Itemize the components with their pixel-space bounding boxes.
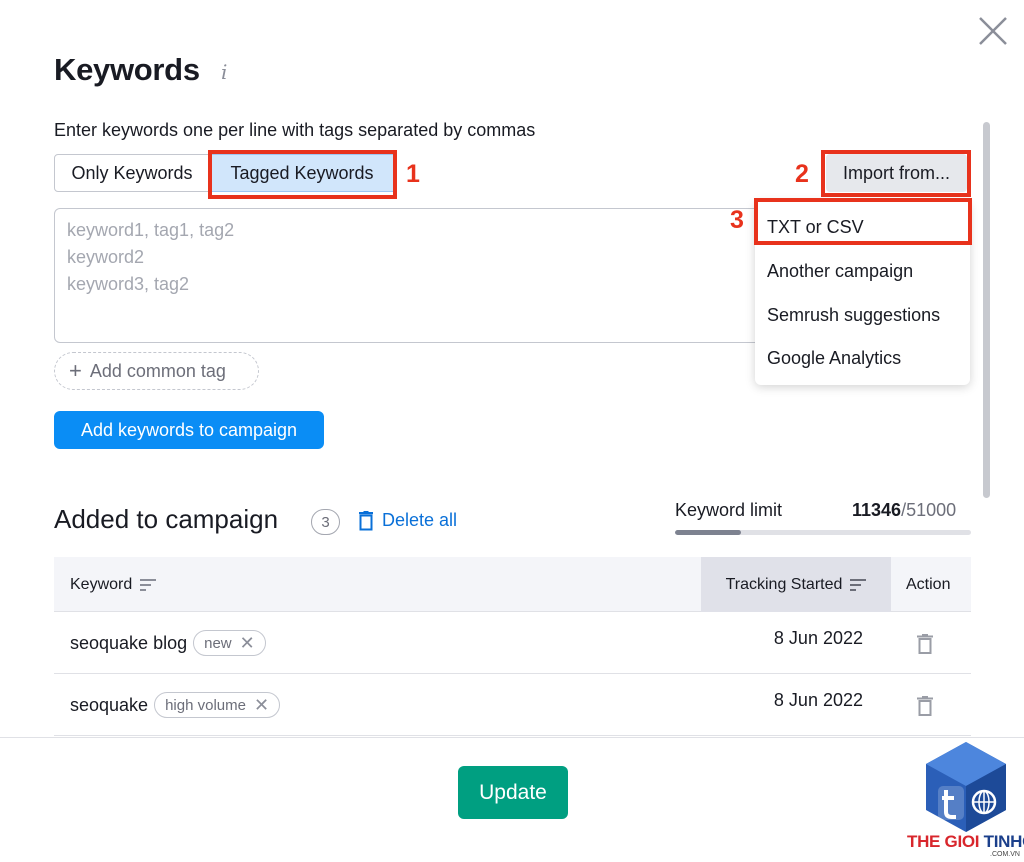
tracking-date: 8 Jun 2022	[773, 628, 863, 648]
keyword-text: seoquake	[70, 694, 149, 715]
trash-icon[interactable]	[916, 634, 934, 654]
plus-icon: +	[69, 358, 82, 383]
add-common-tag-label: Add common tag	[89, 360, 226, 381]
info-icon[interactable]: i	[221, 60, 227, 84]
added-section-title: Added to campaign	[54, 504, 279, 534]
remove-tag-icon[interactable]: ✕	[254, 695, 269, 716]
keywords-textarea[interactable]: keyword1, tag1, tag2 keyword2 keyword3, …	[54, 208, 814, 343]
column-tracking-started[interactable]: Tracking Started	[701, 557, 891, 612]
delete-all-label: Delete all	[382, 510, 458, 530]
keywords-modal: Keywords i Enter keywords one per line w…	[0, 0, 1024, 862]
annotation-box-1	[208, 150, 397, 199]
update-button[interactable]: Update	[458, 766, 568, 819]
keyword-limit-bar	[675, 530, 971, 535]
sort-icon	[850, 578, 867, 591]
menu-item-another-campaign[interactable]: Another campaign	[767, 261, 913, 282]
keyword-cell: seoquake high volume ✕	[70, 692, 281, 718]
keyword-count-badge: 3	[311, 509, 340, 535]
column-action: Action	[906, 575, 951, 593]
annotation-number-1: 1	[406, 160, 420, 188]
add-keywords-button[interactable]: Add keywords to campaign	[54, 411, 324, 449]
only-keywords-tab[interactable]: Only Keywords	[54, 154, 210, 192]
instructions-text: Enter keywords one per line with tags se…	[54, 120, 536, 140]
watermark-logo-text: THE GIOI TINHOC	[907, 832, 1024, 851]
watermark-logo-subtext: .COM.VN	[990, 851, 1020, 858]
annotation-number-2: 2	[795, 160, 809, 188]
sort-icon	[140, 578, 157, 591]
delete-all-button[interactable]: Delete all	[358, 510, 457, 531]
scrollbar[interactable]	[983, 122, 990, 498]
annotation-box-3	[754, 198, 972, 245]
menu-item-semrush-suggestions[interactable]: Semrush suggestions	[767, 305, 940, 326]
tag-chip: high volume ✕	[154, 692, 281, 718]
column-keyword[interactable]: Keyword	[70, 557, 157, 612]
table-row: seoquake high volume ✕ 8 Jun 2022	[54, 674, 971, 736]
add-common-tag-button[interactable]: + Add common tag	[54, 352, 259, 390]
tag-chip: new ✕	[193, 630, 266, 656]
annotation-box-2	[821, 150, 971, 197]
annotation-number-3: 3	[730, 206, 744, 234]
close-icon	[979, 17, 1007, 45]
modal-title: Keywords	[54, 52, 200, 87]
table-row: seoquake blog new ✕ 8 Jun 2022	[54, 612, 971, 674]
modal-footer: Update	[0, 737, 1024, 862]
table-header: Keyword Tracking Started Action	[54, 557, 971, 612]
keyword-limit-label: Keyword limit	[675, 500, 783, 520]
keyword-text: seoquake blog	[70, 632, 188, 653]
menu-item-google-analytics[interactable]: Google Analytics	[767, 348, 901, 369]
keyword-limit-value: 11346/51000	[852, 500, 957, 520]
keyword-cell: seoquake blog new ✕	[70, 630, 266, 656]
trash-icon	[359, 510, 373, 530]
close-button[interactable]	[976, 14, 1010, 48]
remove-tag-icon[interactable]: ✕	[240, 633, 255, 654]
keyword-limit-fill	[675, 530, 741, 535]
trash-icon[interactable]	[916, 696, 934, 716]
tracking-date: 8 Jun 2022	[773, 690, 863, 710]
